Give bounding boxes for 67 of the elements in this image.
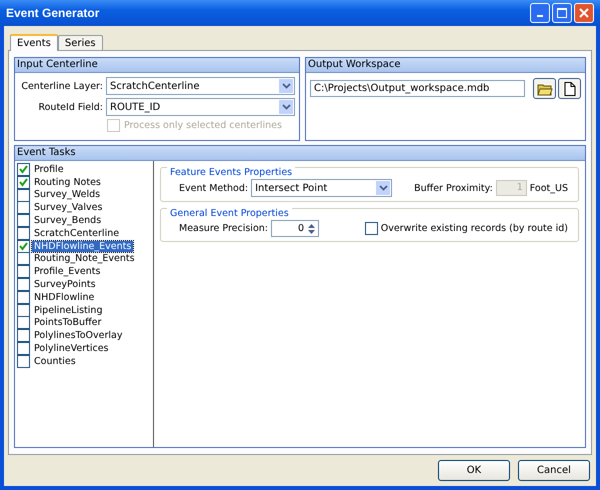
- dropdown[interactable]: Intersect Point: [251, 179, 392, 197]
- list-item[interactable]: NHDFlowline: [32, 292, 96, 303]
- path-field[interactable]: C:\Projects\Output_workspace.mdb: [310, 80, 525, 97]
- checkbox[interactable]: [17, 162, 30, 176]
- checkbox[interactable]: [364, 222, 378, 235]
- panel-header: Event Tasks: [15, 146, 585, 161]
- checkbox[interactable]: [17, 188, 30, 202]
- field-label: Measure Precision:: [179, 223, 268, 234]
- checkbox[interactable]: [17, 265, 30, 278]
- list-item[interactable]: PointsToBuffer: [32, 317, 104, 328]
- list-item[interactable]: Routing_Note_Events: [32, 253, 137, 264]
- checkbox[interactable]: [17, 329, 30, 342]
- list-item[interactable]: Survey_Bends: [32, 215, 104, 226]
- checkbox[interactable]: [17, 290, 30, 304]
- new-file-button[interactable]: [558, 78, 581, 99]
- list-item[interactable]: Survey_Valves: [32, 202, 104, 214]
- checkbox[interactable]: [17, 201, 30, 214]
- checkbox[interactable]: [17, 252, 30, 266]
- minimize-button[interactable]: [530, 3, 550, 23]
- dropdown[interactable]: ROUTE_ID: [106, 98, 295, 116]
- panel-header: Input Centerline: [15, 58, 299, 73]
- document-icon: [564, 82, 576, 96]
- dialog-button[interactable]: OK: [438, 460, 510, 481]
- tab[interactable]: Series: [58, 35, 103, 50]
- window-title: Event Generator: [6, 6, 100, 20]
- list-item[interactable]: Routing Notes: [32, 176, 103, 188]
- tab[interactable]: Events: [10, 34, 58, 51]
- field-label: RouteId Field:: [37, 102, 103, 112]
- group-title: General Event Properties: [167, 208, 292, 219]
- checkbox-label: Process only selected centerlines: [124, 120, 282, 131]
- list-item[interactable]: NHDFlowline_Events: [32, 240, 134, 252]
- list-item[interactable]: Profile: [32, 164, 66, 175]
- checkbox[interactable]: [17, 316, 30, 330]
- list-item[interactable]: PipelineListing: [32, 304, 104, 316]
- checkbox[interactable]: [17, 176, 30, 189]
- list-item[interactable]: Survey_Welds: [32, 189, 102, 200]
- checkbox[interactable]: [17, 240, 30, 253]
- panel-header: Output Workspace: [306, 58, 585, 73]
- checkbox[interactable]: [17, 226, 30, 240]
- checkbox-label: Overwrite existing records (by route id): [380, 223, 568, 234]
- field-label: Event Method:: [179, 182, 248, 194]
- list-item[interactable]: Counties: [32, 356, 78, 367]
- spin-field[interactable]: 0: [270, 220, 319, 237]
- maximize-icon: [557, 8, 567, 18]
- unit-label: Foot_US: [530, 182, 568, 194]
- dialog-button[interactable]: Cancel: [518, 460, 590, 481]
- checkbox[interactable]: [17, 354, 30, 368]
- group-title: Feature Events Properties: [167, 167, 296, 178]
- open-folder-button[interactable]: [533, 78, 556, 99]
- checkbox[interactable]: [17, 342, 30, 356]
- minimize-icon: [537, 15, 543, 17]
- dropdown[interactable]: ScratchCenterline: [106, 77, 295, 95]
- checkbox[interactable]: [17, 278, 30, 292]
- checkbox[interactable]: [17, 304, 30, 317]
- checkbox[interactable]: [17, 214, 30, 228]
- list-item[interactable]: ScratchCenterline: [32, 228, 122, 239]
- list-item[interactable]: PolylineVertices: [32, 343, 111, 354]
- close-icon: [579, 8, 589, 18]
- list-item[interactable]: Profile_Events: [32, 266, 102, 278]
- field-label: Centerline Layer:: [20, 80, 103, 92]
- maximize-button[interactable]: [552, 3, 572, 23]
- spinner-arrows-icon: [306, 222, 316, 236]
- list-item[interactable]: PolylinesToOverlay: [32, 330, 124, 342]
- folder-icon: [536, 82, 552, 96]
- close-button[interactable]: [574, 3, 594, 23]
- field-label: Buffer Proximity:: [414, 182, 493, 194]
- list-item[interactable]: SurveyPoints: [32, 279, 98, 290]
